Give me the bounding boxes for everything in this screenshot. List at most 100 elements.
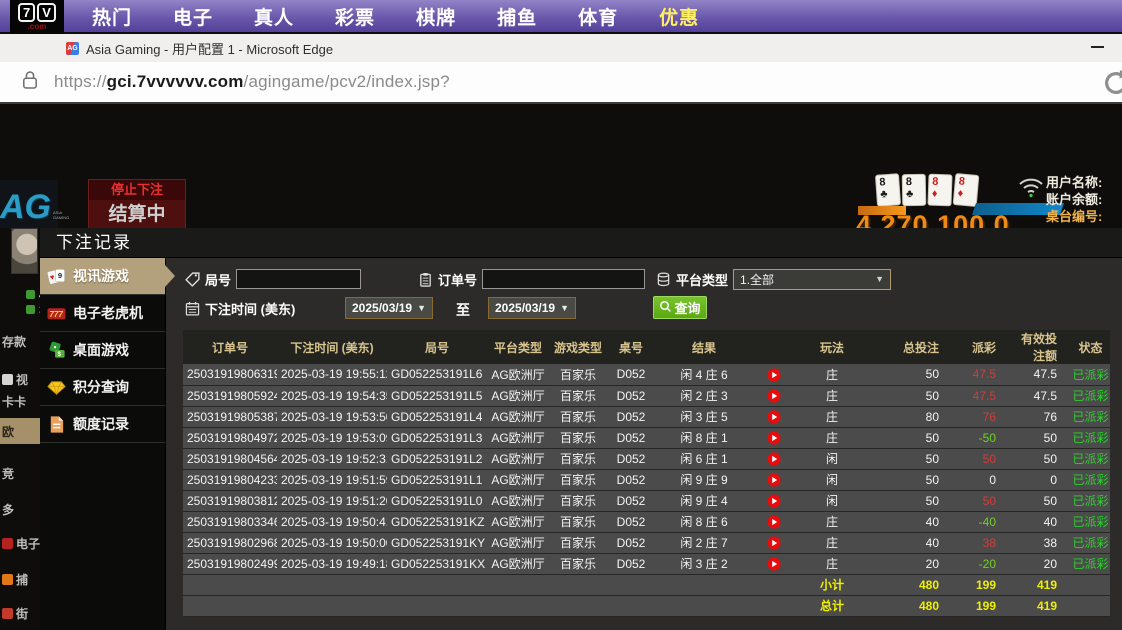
cell-total: 20: [869, 553, 953, 574]
rail-item-街[interactable]: 街: [0, 600, 40, 626]
play-video-button[interactable]: [767, 493, 781, 507]
empty-cell: [753, 595, 795, 616]
cell-result: 闲 3 庄 5: [655, 406, 753, 427]
table-row: 2503191980497252025-03-19 19:53:09GD0522…: [183, 427, 1110, 448]
nav-item-优惠[interactable]: 优惠: [659, 3, 699, 30]
nav-item-棋牌[interactable]: 棋牌: [416, 3, 456, 30]
empty-cell: [549, 595, 607, 616]
dealt-cards: 8♣8♣8♦8♦: [876, 174, 978, 206]
play-video-button[interactable]: [767, 430, 781, 444]
play-video-button[interactable]: [767, 472, 781, 486]
date-from-select[interactable]: 2025/03/19▼: [345, 297, 433, 319]
nav-item-彩票[interactable]: 彩票: [335, 3, 375, 30]
empty-cell: [655, 574, 753, 595]
nav-item-真人[interactable]: 真人: [254, 3, 294, 30]
cell-valid: 20: [1010, 553, 1071, 574]
order-input[interactable]: [482, 269, 645, 289]
search-button[interactable]: 查询: [653, 296, 707, 319]
cell-order: 250319198063199: [183, 364, 277, 385]
cards-icon: ♥9: [47, 267, 66, 286]
sidebar-item-电子老虎机[interactable]: 777电子老虎机: [40, 295, 165, 332]
cell-total: 50: [869, 427, 953, 448]
cell-bet: 庄: [795, 532, 869, 553]
rail-item-竞[interactable]: 竞: [0, 460, 40, 486]
cell-game: 百家乐: [549, 469, 607, 490]
table-header-row: 订单号下注时间 (美东)局号平台类型游戏类型桌号结果玩法总投注派彩有效投注额状态: [183, 330, 1110, 364]
rail-item-卡卡[interactable]: 卡卡: [0, 388, 40, 414]
minimize-button[interactable]: [1080, 36, 1114, 58]
rail-item-存款[interactable]: 存款: [0, 328, 40, 354]
cell-total: 40: [869, 511, 953, 532]
play-video-button[interactable]: [767, 535, 781, 549]
cell-table: D052: [607, 364, 655, 385]
user-info-label: 用户名称:: [1046, 174, 1102, 191]
chevron-down-icon: ▼: [560, 303, 569, 313]
cell-table: D052: [607, 511, 655, 532]
play-video-button[interactable]: [767, 556, 781, 570]
cell-platform: AG欧洲厅: [487, 448, 549, 469]
clipboard-icon: [418, 272, 433, 287]
nav-item-热门[interactable]: 热门: [92, 3, 132, 30]
playing-card: 8♣: [875, 173, 901, 207]
round-input[interactable]: [236, 269, 361, 289]
cell-play: [753, 511, 795, 532]
points-icon: [47, 378, 66, 397]
cell-platform: AG欧洲厅: [487, 553, 549, 574]
rail-item-欧[interactable]: 欧: [0, 418, 40, 444]
date-to-select[interactable]: 2025/03/19▼: [488, 297, 576, 319]
nav-item-捕鱼[interactable]: 捕鱼: [497, 3, 537, 30]
empty-cell: [753, 574, 795, 595]
cell-game: 百家乐: [549, 427, 607, 448]
reload-icon[interactable]: [1101, 68, 1122, 103]
nav-item-体育[interactable]: 体育: [578, 3, 618, 30]
play-video-button[interactable]: [767, 514, 781, 528]
nav-item-电子[interactable]: 电子: [173, 3, 213, 30]
logo-7: 7: [18, 3, 35, 22]
sidebar-item-额度记录[interactable]: 额度记录: [40, 406, 165, 443]
sidebar-item-视讯游戏[interactable]: ♥9 视讯游戏: [40, 258, 165, 295]
sidebar-item-桌面游戏[interactable]: $桌面游戏: [40, 332, 165, 369]
empty-cell: [487, 574, 549, 595]
cell-status: 已派彩: [1071, 427, 1110, 448]
play-video-button[interactable]: [767, 388, 781, 402]
cell-valid: 50: [1010, 490, 1071, 511]
records-icon: [47, 415, 66, 434]
cell-total: 40: [869, 532, 953, 553]
rail-item-捕[interactable]: 捕: [0, 566, 40, 592]
cell-bet: 闲: [795, 469, 869, 490]
url-text[interactable]: https://gci.7vvvvvv.com/agingame/pcv2/in…: [54, 72, 450, 92]
column-header-下注时间 (美东): 下注时间 (美东): [277, 330, 387, 364]
column-header-玩法: 玩法: [795, 330, 869, 364]
cell-time: 2025-03-19 19:52:31: [277, 448, 387, 469]
cell-order: 250319198038126: [183, 490, 277, 511]
rail-item-多[interactable]: 多: [0, 496, 40, 522]
cell-status: 已派彩: [1071, 364, 1110, 385]
modal-content: 局号 订单号 平台类型 1.全部: [166, 258, 1122, 630]
cell-valid: 47.5: [1010, 385, 1071, 406]
svg-text:777: 777: [49, 309, 63, 318]
sidebar-item-label: 视讯游戏: [73, 266, 129, 286]
platform-selected-value: 1.全部: [740, 271, 774, 288]
cell-total: 80: [869, 406, 953, 427]
cell-round: GD052253191L5: [387, 385, 487, 406]
round-filter: 局号: [185, 268, 361, 290]
play-video-button[interactable]: [767, 367, 781, 381]
logo-v: V: [37, 3, 56, 22]
cell-status: 已派彩: [1071, 532, 1110, 553]
cell-valid: 38: [1010, 532, 1071, 553]
site-logo[interactable]: 7 V .com: [10, 0, 64, 34]
calendar-icon: [185, 301, 200, 316]
cell-payout: -20: [953, 553, 1010, 574]
rail-item-电子[interactable]: 电子: [0, 530, 40, 556]
cell-time: 2025-03-19 19:53:50: [277, 406, 387, 427]
play-video-button[interactable]: [767, 451, 781, 465]
url-bar[interactable]: https://gci.7vvvvvv.com/agingame/pcv2/in…: [0, 62, 1122, 104]
platform-select[interactable]: 1.全部 ▼: [733, 269, 891, 290]
cell-time: 2025-03-19 19:50:00: [277, 532, 387, 553]
cell-game: 百家乐: [549, 448, 607, 469]
play-video-button[interactable]: [767, 409, 781, 423]
table-games-icon: $: [47, 341, 66, 360]
sidebar-item-积分查询[interactable]: 积分查询: [40, 369, 165, 406]
to-label: 至: [456, 300, 470, 320]
cell-status: 已派彩: [1071, 553, 1110, 574]
